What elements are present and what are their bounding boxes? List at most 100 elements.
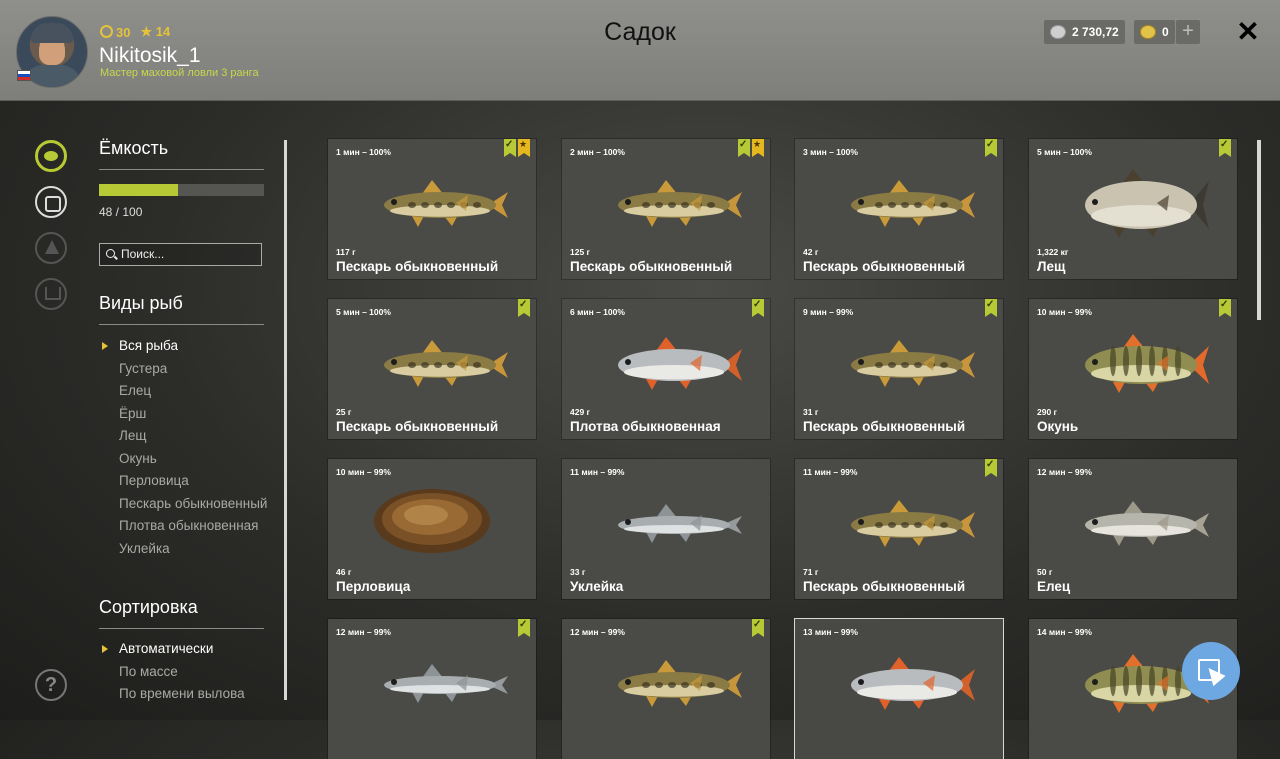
panel-scrollbar[interactable]	[284, 140, 287, 700]
sort-option[interactable]: По массе	[99, 664, 269, 680]
catch-time: 12 мин – 99%	[336, 627, 391, 637]
fish-card[interactable]: 12 мин – 99%	[562, 619, 770, 759]
grid-scrollbar[interactable]	[1257, 140, 1261, 320]
fish-card[interactable]: 11 мин – 99% 33 г Уклейка	[562, 459, 770, 599]
fish-name: Лещ	[1037, 259, 1066, 274]
catch-time: 2 мин – 100%	[570, 147, 625, 157]
bleak-image	[618, 504, 742, 543]
add-gold-button[interactable]: +	[1176, 20, 1200, 44]
species-option[interactable]: Перловица	[99, 473, 269, 489]
gold-coin-icon	[1140, 25, 1156, 39]
fish-card[interactable]: 10 мин – 99% 46 г Перловица	[328, 459, 536, 599]
fish-name: Уклейка	[570, 579, 624, 594]
mussel-image	[374, 489, 490, 553]
fish-card[interactable]: 5 мин – 100% 1,322 кг Лещ	[1029, 139, 1237, 279]
catch-time: 12 мин – 99%	[570, 627, 625, 637]
fish-name: Пескарь обыкновенный	[570, 259, 733, 274]
russia-flag-icon	[17, 70, 31, 81]
close-button[interactable]: ✕	[1236, 18, 1260, 46]
sort-option[interactable]: Автоматически	[99, 641, 269, 657]
species-option[interactable]: Уклейка	[99, 541, 269, 557]
species-option[interactable]: Плотва обыкновенная	[99, 518, 269, 534]
select-mode-button[interactable]	[1182, 642, 1240, 700]
fish-card[interactable]: 6 мин – 100% 429 г Плотва обыкновенная	[562, 299, 770, 439]
catch-time: 11 мин – 99%	[570, 467, 625, 477]
fish-card[interactable]: 12 мин – 99% 50 г Елец	[1029, 459, 1237, 599]
dace-image	[1085, 501, 1209, 546]
capacity-bar	[99, 184, 264, 196]
fish-weight: 50 г	[1037, 567, 1053, 577]
fish-keepnet-icon[interactable]	[35, 140, 67, 172]
catch-time: 12 мин – 99%	[1037, 467, 1092, 477]
catch-time: 5 мин – 100%	[1037, 147, 1092, 157]
fish-card[interactable]: 5 мин – 100% 25 г Пескарь обыкновенный	[328, 299, 536, 439]
checkmark-badge-icon	[1219, 139, 1231, 157]
username: Nikitosik_1	[99, 44, 201, 67]
species-option[interactable]: Вся рыба	[99, 338, 269, 354]
checkmark-badge-icon	[752, 619, 764, 637]
trophy-star-badge-icon	[752, 139, 764, 157]
species-option[interactable]: Окунь	[99, 451, 269, 467]
fish-name: Плотва обыкновенная	[570, 419, 721, 434]
divider	[99, 628, 264, 629]
player-rank: Мастер маховой ловли 3 ранга	[100, 67, 259, 79]
home-icon[interactable]	[35, 278, 67, 310]
catch-time: 5 мин – 100%	[336, 307, 391, 317]
species-option[interactable]: Густера	[99, 361, 269, 377]
camp-icon[interactable]	[35, 232, 67, 264]
species-filter-list: Вся рыба Густера Елец Ёрш Лещ Окунь Перловица П…	[99, 338, 269, 563]
fish-weight: 117 г	[336, 247, 356, 257]
fish-card[interactable]: 11 мин – 99% 71 г Пескарь обыкновенный	[795, 459, 1003, 599]
divider	[99, 324, 264, 325]
fish-card[interactable]: 13 мин – 99%	[795, 619, 1003, 759]
fish-weight: 71 г	[803, 567, 819, 577]
sort-options-list: Автоматически По массе По времени вылова	[99, 641, 269, 709]
fish-weight: 429 г	[570, 407, 591, 417]
sort-option[interactable]: По времени вылова	[99, 686, 269, 702]
silver-amount: 2 730,72	[1072, 25, 1119, 39]
catch-time: 9 мин – 99%	[803, 307, 854, 317]
fish-name: Елец	[1037, 579, 1071, 594]
catch-time: 11 мин – 99%	[803, 467, 858, 477]
fish-name: Пескарь обыкновенный	[336, 259, 499, 274]
search-input[interactable]: Поиск...	[99, 243, 262, 266]
fish-weight: 46 г	[336, 567, 352, 577]
fish-name: Перловица	[336, 579, 411, 594]
species-option[interactable]: Пескарь обыкновенный	[99, 496, 269, 512]
fish-name: Пескарь обыкновенный	[803, 579, 966, 594]
fish-weight: 31 г	[803, 407, 819, 417]
species-option[interactable]: Лещ	[99, 428, 269, 444]
avatar-jacket	[23, 65, 81, 87]
fish-weight: 125 г	[570, 247, 591, 257]
checkmark-badge-icon	[985, 139, 997, 157]
fish-card[interactable]: 12 мин – 99%	[328, 619, 536, 759]
checkmark-badge-icon	[985, 299, 997, 317]
species-title: Виды рыб	[99, 293, 183, 313]
catch-time: 10 мин – 99%	[1037, 307, 1092, 317]
help-icon[interactable]: ?	[35, 669, 67, 701]
species-option[interactable]: Ёрш	[99, 406, 269, 422]
gudgeon-image	[384, 180, 508, 227]
fish-weight: 25 г	[336, 407, 352, 417]
perch-image	[1085, 334, 1209, 393]
bleak-image	[384, 664, 508, 703]
backpack-icon[interactable]	[35, 186, 67, 218]
fish-card[interactable]: 1 мин – 100% 117 г Пескарь обыкновенный	[328, 139, 536, 279]
gudgeon-image	[851, 500, 975, 547]
fish-name: Пескарь обыкновенный	[803, 419, 966, 434]
fish-name: Пескарь обыкновенный	[336, 419, 499, 434]
fish-weight: 42 г	[803, 247, 819, 257]
fish-card[interactable]: 10 мин – 99% 290 г Окунь	[1029, 299, 1237, 439]
fish-card[interactable]: 2 мин – 100% 125 г Пескарь обыкновенный	[562, 139, 770, 279]
species-option[interactable]: Елец	[99, 383, 269, 399]
roach-image	[618, 337, 742, 390]
fish-card[interactable]: 3 мин – 100% 42 г Пескарь обыкновенный	[795, 139, 1003, 279]
gudgeon-image	[851, 340, 975, 387]
catch-time: 1 мин – 100%	[336, 147, 391, 157]
fish-card[interactable]: 9 мин – 99% 31 г Пескарь обыкновенный	[795, 299, 1003, 439]
silver-balance: 2 730,72	[1044, 20, 1125, 44]
gudgeon-image	[384, 340, 508, 387]
search-placeholder: Поиск...	[121, 247, 165, 261]
gold-balance: 0	[1134, 20, 1175, 44]
checkmark-badge-icon	[752, 299, 764, 317]
